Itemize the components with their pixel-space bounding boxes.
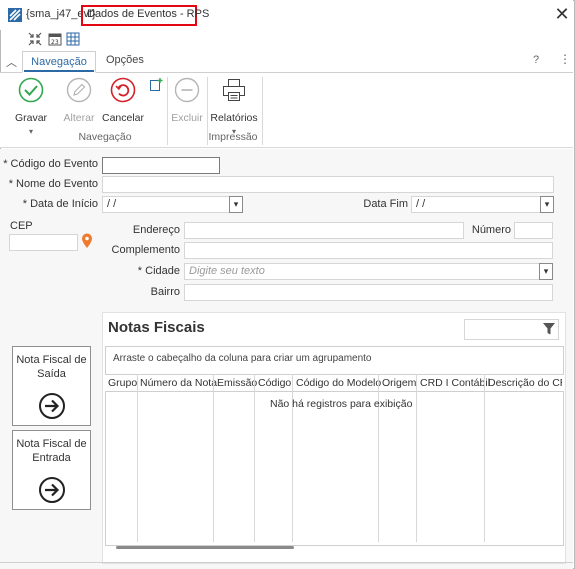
calendar-icon[interactable]: 23 xyxy=(48,32,62,46)
group-panel-hint[interactable]: Arraste o cabeçalho da coluna para criar… xyxy=(113,353,371,364)
column-divider xyxy=(254,374,255,542)
column-header-crd-contabil[interactable]: CRD I Contábil xyxy=(420,377,490,389)
tab-opcoes[interactable]: Opções xyxy=(106,54,146,70)
horizontal-scrollbar[interactable] xyxy=(116,546,294,549)
new-record-icon[interactable] xyxy=(150,78,163,91)
endereco-label: Endereço xyxy=(132,224,180,236)
checkmark-icon xyxy=(18,77,44,103)
relatorios-button[interactable]: Relatórios ▾ xyxy=(210,77,258,136)
column-header-numero-nota[interactable]: Número da Nota xyxy=(140,377,217,389)
data-inicio-label: * Data de Início xyxy=(22,198,98,210)
pencil-icon xyxy=(66,77,92,103)
cep-label: CEP xyxy=(10,220,33,232)
help-icon[interactable]: ? xyxy=(533,54,539,66)
cidade-dropdown-chevron-icon[interactable]: ▾ xyxy=(539,263,553,280)
data-fim-label: Data Fim xyxy=(363,198,408,210)
arrow-right-icon xyxy=(38,477,65,503)
column-divider xyxy=(416,374,417,542)
cidade-label: * Cidade xyxy=(137,265,180,277)
svg-text:23: 23 xyxy=(51,39,59,46)
ribbon-collapse-icon[interactable]: ︿ xyxy=(6,54,18,69)
column-header-descricao-crd[interactable]: Descrição do CRD xyxy=(488,377,562,389)
more-menu-icon[interactable]: ⋮ xyxy=(559,52,571,66)
data-fim-field[interactable]: / / xyxy=(411,196,541,213)
relatorios-label: Relatórios xyxy=(210,112,258,124)
bairro-field[interactable] xyxy=(184,284,553,301)
empty-grid-message: Não há registros para exibição xyxy=(270,398,413,410)
column-header-codigo[interactable]: Código xyxy=(258,377,291,389)
undo-icon xyxy=(110,77,136,103)
close-icon[interactable]: ✕ xyxy=(552,4,572,24)
cidade-field[interactable]: Digite seu texto xyxy=(184,263,540,280)
column-header-grupo[interactable]: Grupo xyxy=(108,377,137,389)
endereco-field[interactable] xyxy=(184,222,464,239)
gravar-label: Gravar xyxy=(14,112,48,124)
window-title: Dados de Eventos - RPS xyxy=(87,8,210,20)
app-logo-icon xyxy=(8,8,22,22)
complemento-field[interactable] xyxy=(184,242,553,259)
alterar-button[interactable]: Alterar xyxy=(58,77,100,133)
nota-entrada-label-line2: Entrada xyxy=(32,452,71,464)
excluir-button[interactable]: Excluir xyxy=(170,77,204,133)
nota-fiscal-saida-button[interactable]: Nota Fiscal de Saída xyxy=(12,346,91,426)
collapse-arrows-icon[interactable] xyxy=(28,32,42,46)
group-navegacao-label: Navegação xyxy=(78,131,132,143)
bairro-label: Bairro xyxy=(150,286,180,298)
excluir-label: Excluir xyxy=(171,112,203,124)
column-header-origem[interactable]: Origem xyxy=(382,377,416,389)
grid-icon[interactable] xyxy=(66,32,80,46)
column-divider xyxy=(484,374,485,542)
cidade-placeholder: Digite seu texto xyxy=(189,265,265,277)
group-impressao-label: Impressão xyxy=(208,131,258,143)
cancelar-button[interactable]: Cancelar xyxy=(102,77,144,133)
nota-entrada-label-line1: Nota Fiscal de xyxy=(16,438,87,450)
codigo-evento-field[interactable] xyxy=(102,157,220,174)
complemento-label: Complemento xyxy=(111,244,180,256)
gravar-button[interactable]: Gravar ▾ xyxy=(8,77,54,136)
printer-icon xyxy=(223,79,245,101)
arrow-right-icon xyxy=(38,393,65,419)
ribbon-separator xyxy=(262,77,263,145)
filter-icon[interactable] xyxy=(542,322,556,336)
data-inicio-field[interactable]: / / xyxy=(102,196,230,213)
column-divider xyxy=(137,374,138,542)
date-dropdown-chevron-icon[interactable]: ▾ xyxy=(540,196,554,213)
cep-field[interactable] xyxy=(9,234,78,251)
map-pin-icon[interactable] xyxy=(81,233,93,249)
alterar-label: Alterar xyxy=(63,112,95,124)
column-header-emissao[interactable]: Emissão xyxy=(217,377,257,389)
notas-fiscais-title: Notas Fiscais xyxy=(108,319,205,336)
tab-active-indicator xyxy=(24,70,94,72)
ribbon-separator xyxy=(167,77,168,145)
codigo-evento-label: * Código do Evento xyxy=(3,158,98,170)
numero-label: Número xyxy=(471,224,511,236)
cancelar-label: Cancelar xyxy=(102,112,145,124)
column-divider xyxy=(213,374,214,542)
minus-icon xyxy=(174,77,200,103)
nome-evento-label: * Nome do Evento xyxy=(8,178,98,190)
chevron-down-icon: ▾ xyxy=(28,127,33,136)
column-header-codigo-modelo[interactable]: Código do Modelo xyxy=(296,377,381,389)
nota-fiscal-entrada-button[interactable]: Nota Fiscal de Entrada xyxy=(12,430,91,510)
nota-saida-label-line1: Nota Fiscal de xyxy=(16,354,87,366)
date-dropdown-chevron-icon[interactable]: ▾ xyxy=(229,196,243,213)
nome-evento-field[interactable] xyxy=(102,176,554,193)
nota-saida-label-line2: Saída xyxy=(37,368,66,380)
numero-field[interactable] xyxy=(514,222,553,239)
bottom-border xyxy=(0,562,573,563)
